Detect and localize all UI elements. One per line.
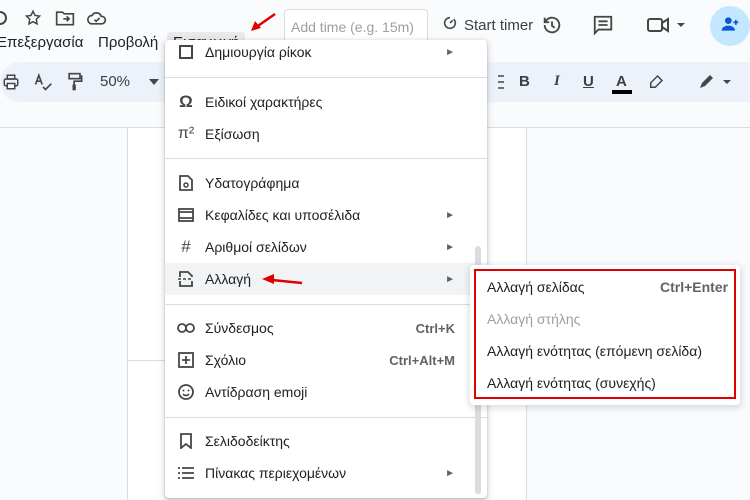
menu-item-label: Κεφαλίδες και υποσέλιδα <box>205 207 361 223</box>
submenu-item-column-break: Αλλαγή στήλης <box>487 311 581 327</box>
menu-item-special-chars[interactable]: Ω Ειδικοί χαρακτήρες <box>165 86 487 118</box>
menu-item-shortcut: Ctrl+K <box>415 320 455 336</box>
submenu-arrow-icon: ► <box>445 46 455 58</box>
building-blocks-icon <box>177 43 195 61</box>
timer-icon <box>442 15 458 35</box>
menu-item-label: Σχόλιο <box>205 352 247 368</box>
menu-item-label: Αλλαγή <box>205 271 252 287</box>
header-footer-icon <box>177 206 195 224</box>
cloud-status-icon[interactable] <box>86 7 108 29</box>
menu-view[interactable]: Προβολή <box>98 34 158 51</box>
bold-button[interactable]: B <box>519 73 530 90</box>
hash-icon: # <box>181 237 191 256</box>
start-timer-button[interactable]: Start timer <box>442 15 533 35</box>
submenu-arrow-icon: ► <box>445 467 455 479</box>
menu-item-equation[interactable]: π² Εξίσωση <box>165 118 487 150</box>
menu-edit[interactable]: Επεξεργασία <box>0 34 83 51</box>
watermark-icon <box>177 174 195 192</box>
annotation-arrow-insert <box>251 12 276 31</box>
menu-item-comment[interactable]: Σχόλιο Ctrl+Alt+M <box>165 344 487 376</box>
omega-icon: Ω <box>179 92 193 111</box>
menu-divider <box>165 77 487 78</box>
comments-icon[interactable] <box>592 14 614 36</box>
more-toolbar-icon[interactable] <box>490 71 512 93</box>
menu-item-label: Ειδικοί χαρακτήρες <box>205 94 323 110</box>
menu-item-label: Αντίδραση emoji <box>205 384 308 400</box>
underline-button[interactable]: U <box>583 73 594 90</box>
menu-divider <box>165 158 487 159</box>
print-icon[interactable] <box>0 71 22 93</box>
submenu-item-page-break[interactable]: Αλλαγή σελίδας <box>487 279 585 295</box>
add-person-icon <box>720 14 740 39</box>
menu-item-label: Πίνακας περιεχομένων <box>205 465 347 481</box>
partial-icon[interactable] <box>0 7 14 29</box>
add-comment-icon <box>177 351 195 369</box>
menu-item-emoji-reaction[interactable]: Αντίδραση emoji <box>165 376 487 408</box>
text-color-button[interactable]: A <box>616 73 627 90</box>
zoom-dropdown-icon[interactable] <box>143 71 165 93</box>
history-icon[interactable] <box>541 14 563 36</box>
star-icon[interactable] <box>22 7 44 29</box>
italic-button[interactable]: I <box>554 73 560 90</box>
menu-item-toc[interactable]: Πίνακας περιεχομένων ► <box>165 457 487 489</box>
submenu-arrow-icon: ► <box>445 273 455 285</box>
menu-item-headers-footers[interactable]: Κεφαλίδες και υποσέλιδα ► <box>165 199 487 231</box>
pi-icon: π² <box>177 125 195 142</box>
menu-item-label: Εξίσωση <box>205 126 260 142</box>
start-timer-label: Start timer <box>464 16 534 34</box>
meet-icon[interactable] <box>645 14 689 36</box>
zoom-select[interactable]: 50% <box>100 73 130 90</box>
submenu-item-section-break-next[interactable]: Αλλαγή ενότητας (επόμενη σελίδα) <box>487 343 702 359</box>
menu-item-label: Αριθμοί σελίδων <box>205 239 307 255</box>
share-button[interactable] <box>710 6 750 46</box>
highlight-icon[interactable] <box>645 71 667 93</box>
menu-item-building-blocks[interactable]: Δημιουργία ρίκοκ ► <box>165 40 487 68</box>
menu-item-link[interactable]: Σύνδεσμος Ctrl+K <box>165 312 487 344</box>
menu-item-watermark[interactable]: Υδατογράφημα <box>165 167 487 199</box>
spellcheck-icon[interactable] <box>32 71 54 93</box>
submenu-arrow-icon: ► <box>445 209 455 221</box>
paint-format-icon[interactable] <box>64 71 86 93</box>
menu-item-label: Δημιουργία ρίκοκ <box>205 44 312 60</box>
submenu-arrow-icon: ► <box>445 241 455 253</box>
emoji-icon <box>177 383 195 401</box>
menu-item-page-numbers[interactable]: # Αριθμοί σελίδων ► <box>165 231 487 263</box>
annotation-arrow-break <box>262 274 303 285</box>
menu-item-label: Υδατογράφημα <box>205 175 300 191</box>
text-color-bar <box>612 90 632 94</box>
link-icon <box>177 319 195 337</box>
menu-item-shortcut: Ctrl+Alt+M <box>389 352 455 368</box>
menu-item-label: Σύνδεσμος <box>205 320 274 336</box>
submenu-item-page-break-shortcut: Ctrl+Enter <box>660 279 729 295</box>
move-folder-icon[interactable] <box>54 7 76 29</box>
menu-divider <box>165 417 487 418</box>
menu-divider <box>165 304 487 305</box>
toc-icon <box>177 464 195 482</box>
menu-item-label: Σελιδοδείκτης <box>205 433 290 449</box>
insert-menu: Δημιουργία ρίκοκ ► Ω Ειδικοί χαρακτήρες … <box>165 40 487 498</box>
page-break-icon <box>177 270 195 288</box>
editing-mode-icon[interactable] <box>695 71 735 93</box>
menu-item-break[interactable]: Αλλαγή ► <box>165 263 487 295</box>
bookmark-icon <box>177 432 195 450</box>
menu-item-bookmark[interactable]: Σελιδοδείκτης <box>165 425 487 457</box>
submenu-item-section-break-continuous[interactable]: Αλλαγή ενότητας (συνεχής) <box>487 375 656 391</box>
time-input[interactable]: Add time (e.g. 15m) <box>284 9 428 43</box>
